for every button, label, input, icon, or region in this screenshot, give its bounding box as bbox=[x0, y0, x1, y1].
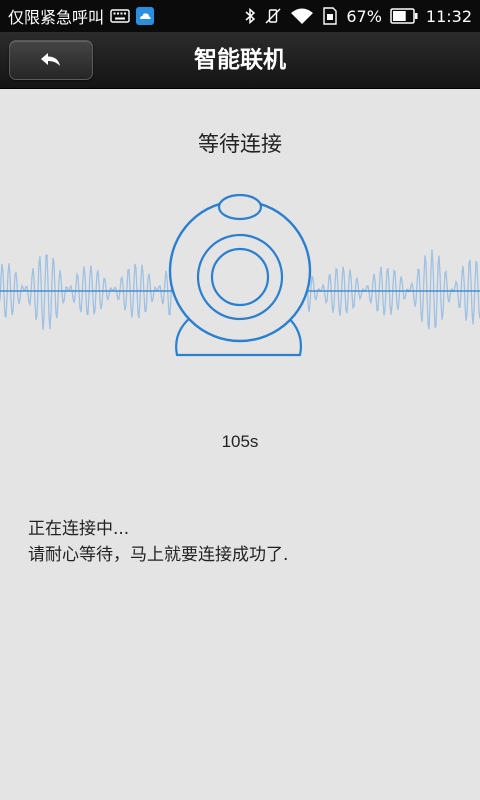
status-bar: 仅限紧急呼叫 67% 11:32 bbox=[0, 0, 480, 32]
connection-message: 正在连接中... 请耐心等待，马上就要连接成功了. bbox=[28, 516, 288, 568]
connection-visual bbox=[0, 185, 480, 385]
sound-wave bbox=[0, 254, 173, 331]
battery-percent: 67% bbox=[346, 6, 382, 26]
screen: 仅限紧急呼叫 67% 11:32 智能联机 等待连接 105s 正在连接中...… bbox=[0, 0, 480, 800]
bluetooth-icon bbox=[244, 7, 256, 25]
keyboard-icon bbox=[110, 9, 130, 23]
message-line-2: 请耐心等待，马上就要连接成功了. bbox=[28, 545, 289, 565]
cloud-app-icon bbox=[136, 7, 155, 25]
status-left: 仅限紧急呼叫 bbox=[0, 4, 155, 28]
sound-wave bbox=[307, 249, 480, 330]
battery-icon bbox=[390, 8, 418, 24]
back-arrow-icon bbox=[39, 51, 63, 69]
waiting-title: 等待连接 bbox=[198, 132, 282, 156]
webcam-icon bbox=[168, 193, 312, 357]
sim-icon bbox=[322, 7, 338, 25]
clock: 11:32 bbox=[425, 6, 472, 26]
vibrate-mute-icon bbox=[264, 7, 282, 25]
title-bar: 智能联机 bbox=[0, 32, 480, 89]
wifi-icon bbox=[290, 7, 314, 25]
status-right: 67% 11:32 bbox=[244, 7, 480, 26]
carrier-text: 仅限紧急呼叫 bbox=[8, 8, 105, 27]
countdown-timer: 105s bbox=[221, 432, 259, 451]
back-button[interactable] bbox=[9, 40, 93, 80]
message-line-1: 正在连接中... bbox=[28, 519, 130, 539]
